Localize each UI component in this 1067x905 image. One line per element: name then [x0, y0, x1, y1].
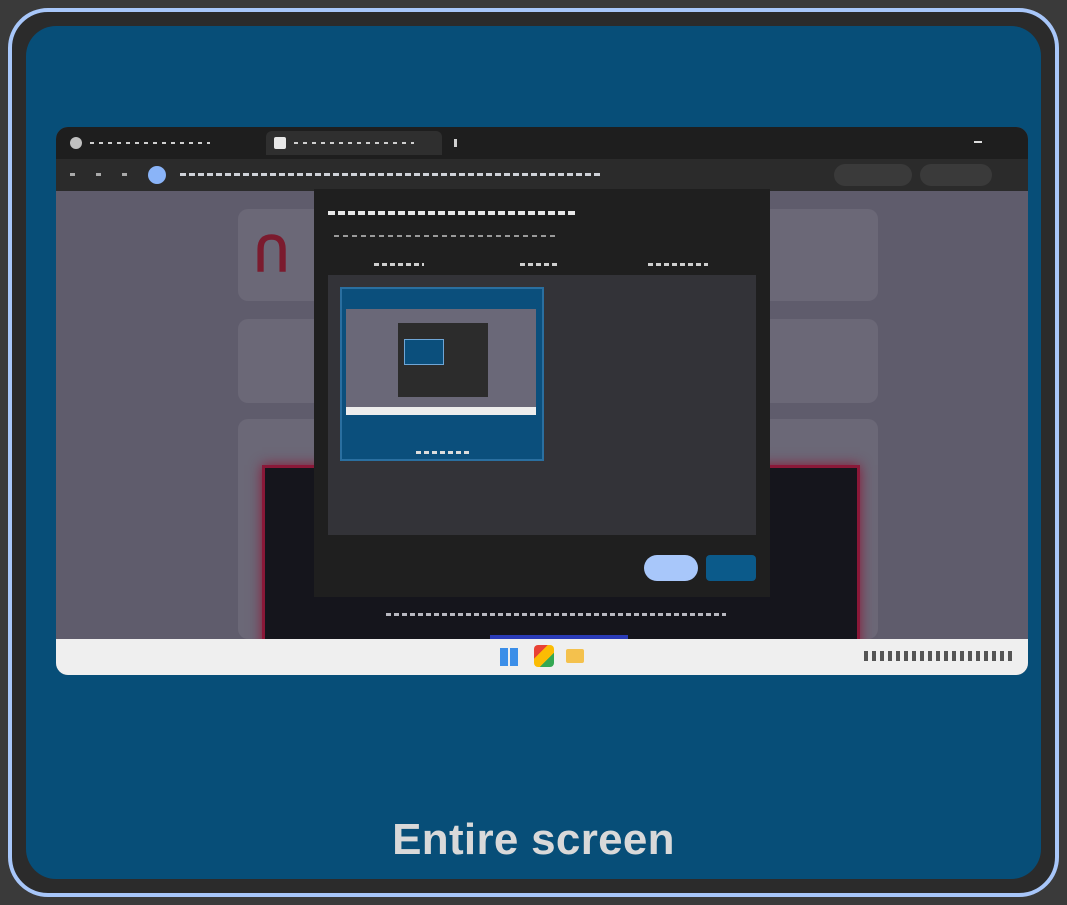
entire-screen-tile[interactable]: ᑎ Entire screen [8, 8, 1059, 897]
preview-site-icon [148, 166, 166, 184]
preview-site-logo: ᑎ [254, 227, 290, 283]
preview-dialog-tab [374, 263, 424, 266]
preview-stage-text [386, 613, 726, 616]
preview-minimize-icon [974, 141, 982, 143]
preview-share-button [644, 555, 698, 581]
preview-app-icon [534, 645, 554, 667]
preview-system-tray [864, 651, 1014, 661]
preview-dialog-title [328, 211, 578, 215]
preview-mini-tile [340, 287, 544, 461]
preview-folder-icon [566, 649, 584, 663]
source-label: Entire screen [392, 815, 675, 864]
preview-new-tab-icon [454, 139, 457, 147]
preview-mini-screen [346, 309, 536, 415]
preview-windows-start-icon [500, 648, 518, 666]
preview-taskbar [56, 639, 1028, 675]
preview-toolbar-pill [834, 164, 912, 186]
preview-dialog-subtitle [334, 235, 556, 237]
preview-profile-pill [920, 164, 992, 186]
preview-tab-active [266, 131, 442, 155]
preview-mini-label [416, 451, 470, 454]
tile-background: ᑎ Entire screen [26, 26, 1041, 879]
preview-address-bar [56, 159, 1028, 191]
preview-url [180, 173, 600, 176]
preview-browser-tab-strip [56, 127, 1028, 159]
preview-dialog-tab [648, 263, 708, 266]
preview-dialog-panel [328, 275, 756, 535]
preview-share-dialog [314, 189, 770, 597]
preview-dialog-tab [520, 263, 560, 266]
screen-preview-thumbnail: ᑎ [56, 127, 1028, 675]
preview-cancel-button [706, 555, 756, 581]
preview-tab [62, 131, 262, 155]
